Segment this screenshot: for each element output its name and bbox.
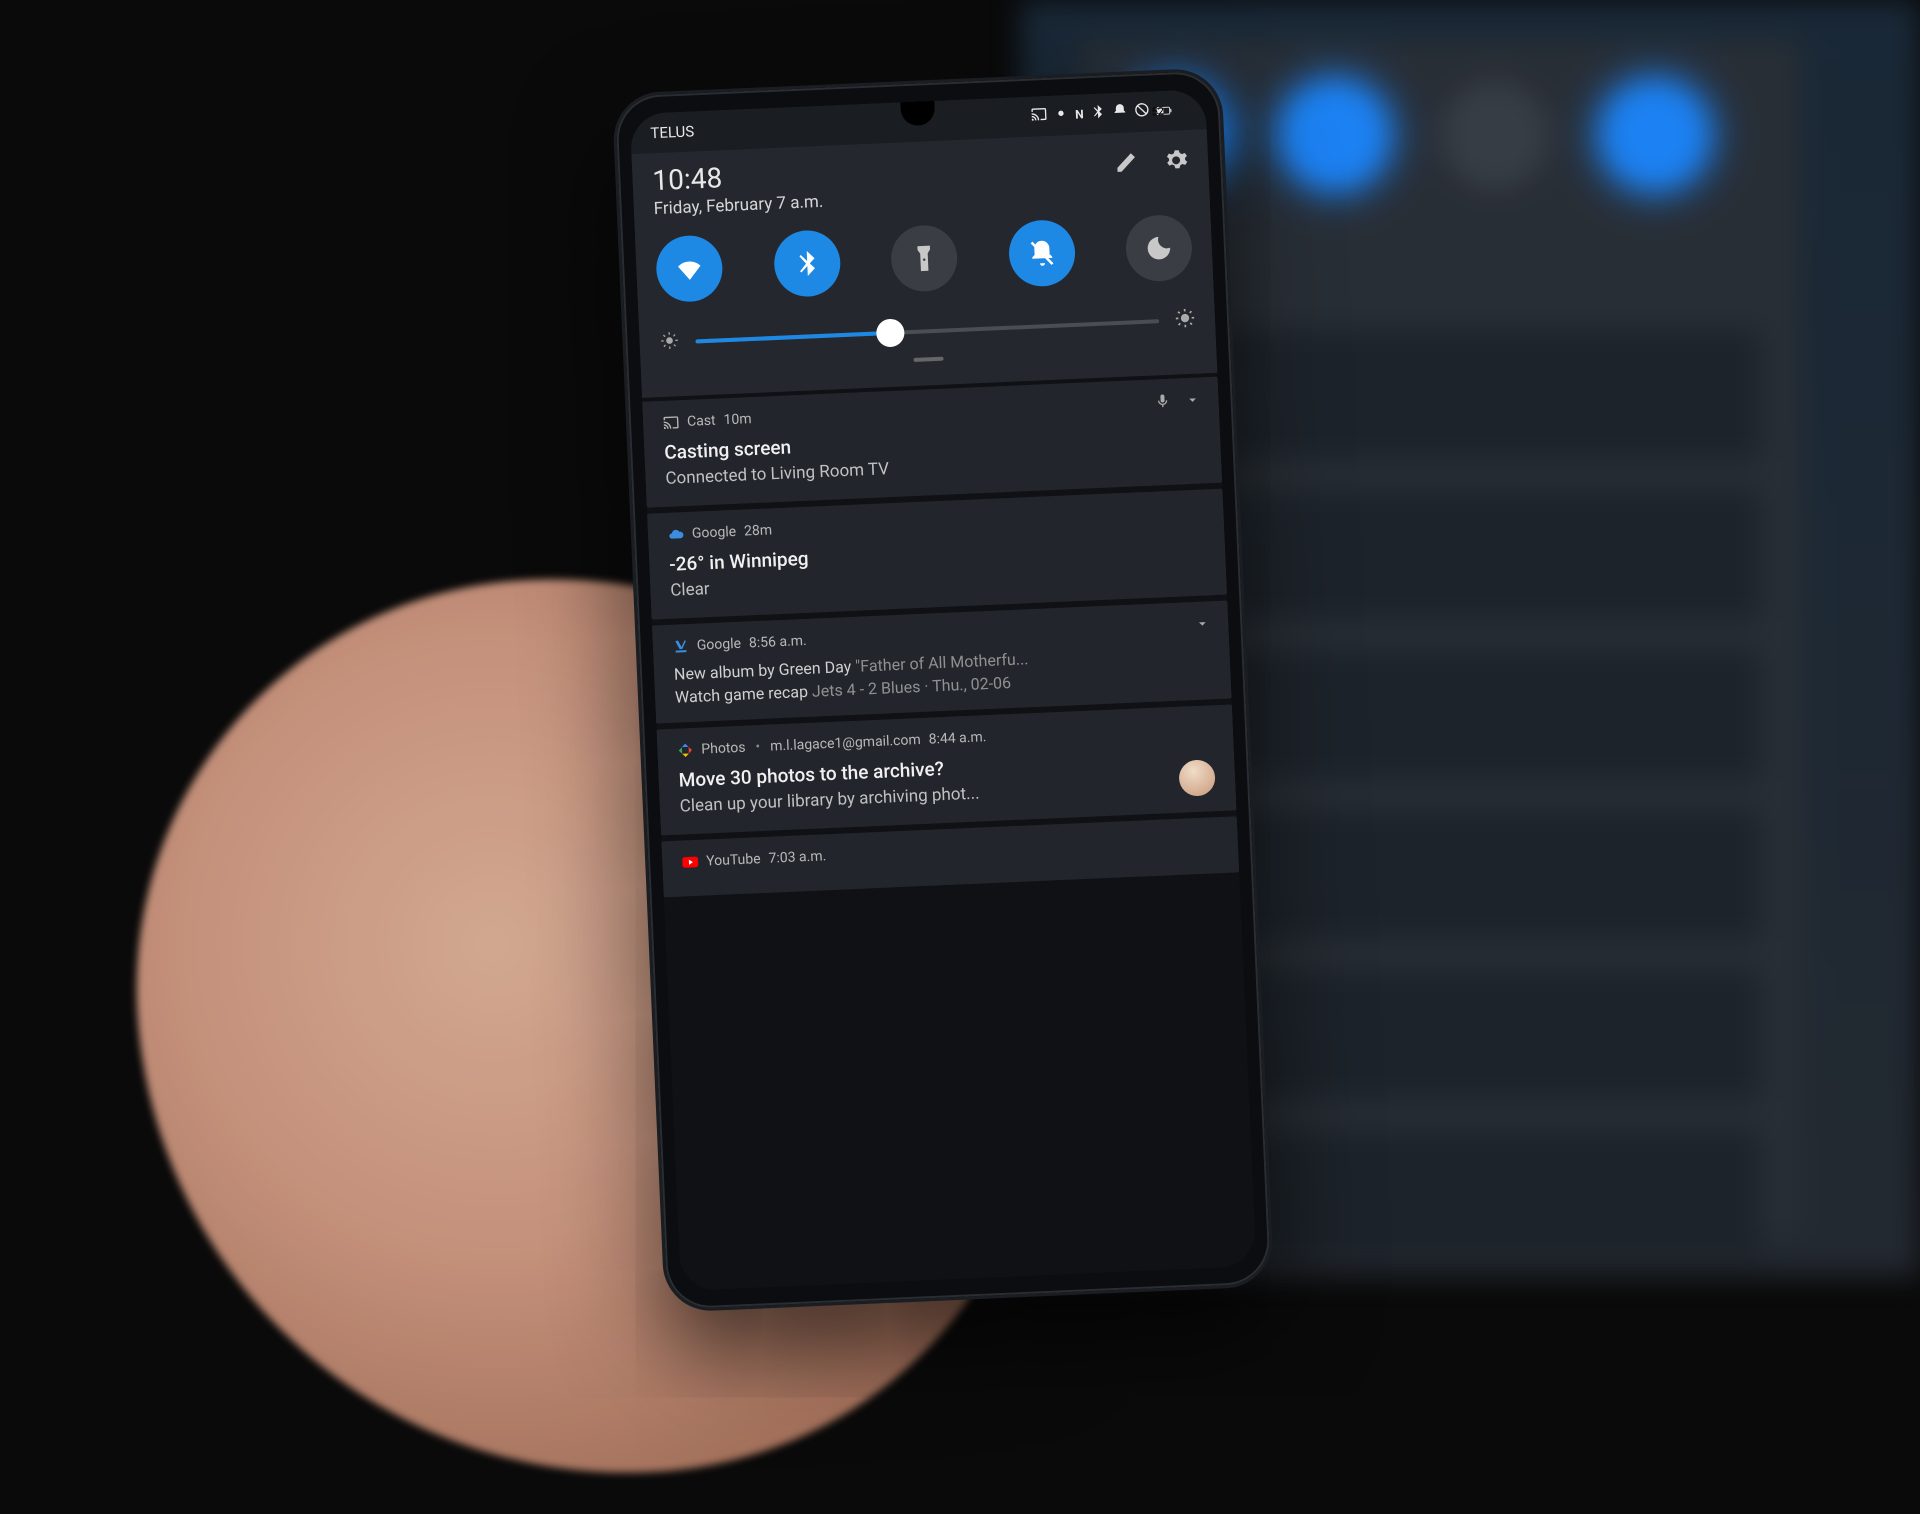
mute-toggle[interactable] — [1007, 219, 1076, 288]
notif-app-label: Photos — [701, 740, 746, 758]
cast-status-icon — [1031, 106, 1048, 127]
notification-photos[interactable]: Photos • m.l.lagace1@gmail.com 8:44 a.m.… — [656, 704, 1236, 835]
notif-app-label: Google — [696, 636, 741, 654]
youtube-icon — [682, 854, 699, 871]
notification-list[interactable]: Cast 10m Casting screen Connected to Liv… — [642, 377, 1239, 897]
notif-time-label: 8:44 a.m. — [928, 729, 986, 748]
notif-account-label: m.l.lagace1@gmail.com — [770, 732, 921, 755]
signal-icon — [704, 122, 705, 140]
nfc-icon: N — [1075, 107, 1084, 121]
no-sync-icon — [1133, 101, 1150, 122]
qs-toggles-row — [655, 214, 1193, 303]
mute-status-icon — [1111, 102, 1128, 123]
notif-time-label: 28m — [744, 522, 773, 539]
brightness-slider[interactable] — [659, 308, 1196, 355]
notif-app-label: Google — [692, 524, 737, 542]
dnd-toggle[interactable] — [1125, 214, 1194, 283]
notif-time-label: 7:03 a.m. — [768, 848, 826, 867]
mic-icon[interactable] — [1154, 393, 1171, 414]
notif-time-label: 8:56 a.m. — [749, 633, 807, 652]
chevron-down-icon[interactable] — [1184, 391, 1201, 412]
bluetooth-toggle[interactable] — [772, 229, 841, 298]
wifi-toggle[interactable] — [655, 234, 724, 303]
brightness-low-icon — [659, 330, 680, 355]
notif-app-label: YouTube — [706, 851, 761, 869]
chevron-down-icon[interactable] — [1194, 615, 1211, 636]
notif-time-label: 10m — [723, 411, 752, 428]
notification-google-feed[interactable]: Google 8:56 a.m. New album by Green Day … — [652, 600, 1232, 723]
brightness-track[interactable] — [695, 319, 1159, 343]
phone-hardware: TELUS N 52 — [612, 67, 1275, 1312]
hockey-icon — [673, 638, 690, 655]
panel-drag-handle[interactable] — [913, 357, 943, 362]
flashlight-toggle[interactable] — [890, 224, 959, 293]
wifi-icon — [714, 121, 715, 139]
eye-comfort-icon — [1053, 105, 1070, 126]
bottom-fade — [677, 1176, 1256, 1291]
phone-screen: TELUS N 52 — [630, 89, 1257, 1291]
bluetooth-status-icon — [1089, 103, 1106, 124]
carrier-label: TELUS — [650, 122, 695, 142]
quick-settings-panel[interactable]: 10:48 Friday, February 7 a.m. — [631, 129, 1217, 402]
cloud-icon — [668, 526, 685, 543]
photos-icon — [677, 742, 694, 759]
brightness-high-icon — [1175, 308, 1196, 333]
qs-time: 10:48 — [652, 160, 823, 195]
brightness-thumb[interactable] — [876, 318, 905, 347]
battery-icon: 52 — [1155, 102, 1186, 119]
cast-icon — [663, 414, 680, 431]
notif-app-label: Cast — [687, 413, 716, 430]
notification-weather[interactable]: Google 28m -26° in Winnipeg Clear — [647, 489, 1227, 620]
gear-icon[interactable] — [1164, 148, 1189, 177]
edit-icon[interactable] — [1114, 150, 1139, 179]
